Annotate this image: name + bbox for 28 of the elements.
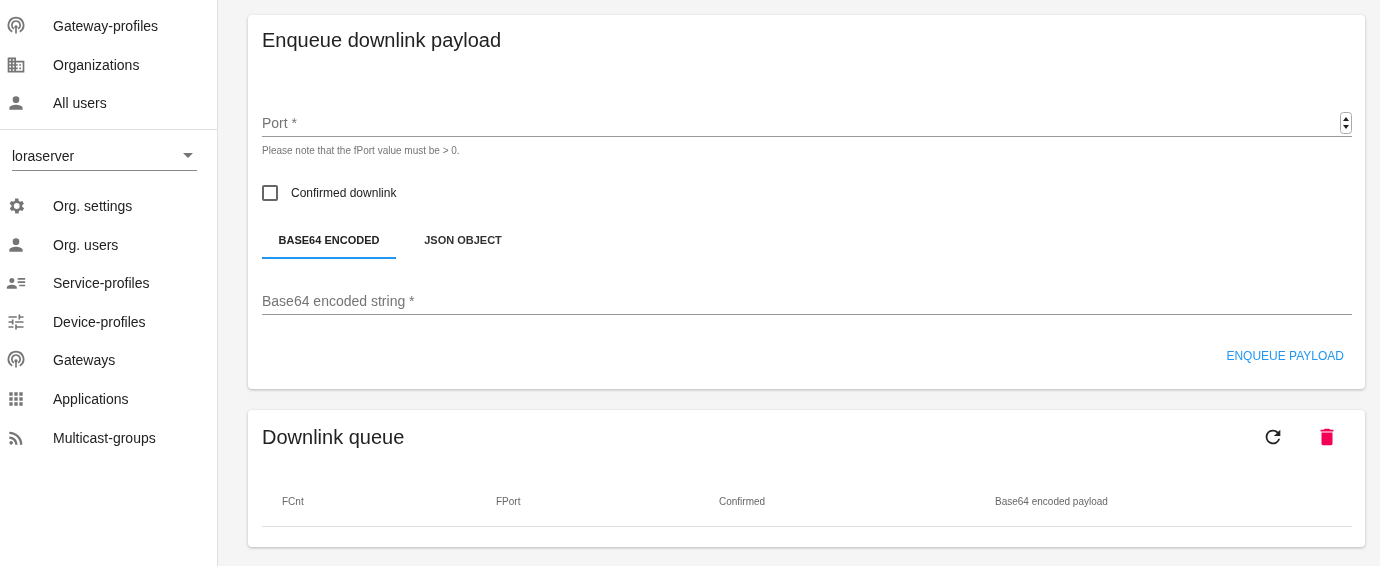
- nav-item[interactable]: Gateways: [0, 341, 217, 380]
- nav-item[interactable]: Organizations: [0, 45, 217, 85]
- checkbox[interactable]: [262, 185, 278, 201]
- tab[interactable]: JSON OBJECT: [396, 223, 530, 259]
- nav-item[interactable]: All users: [0, 84, 217, 123]
- payload-field[interactable]: Base64 encoded string *: [262, 287, 1352, 315]
- nav-item[interactable]: Device-profiles: [0, 302, 217, 342]
- column-header: FCnt: [282, 495, 304, 507]
- checkbox-label: Confirmed downlink: [291, 186, 397, 200]
- nav-item[interactable]: Applications: [0, 379, 217, 419]
- nav-item[interactable]: Org. settings: [0, 186, 217, 226]
- nav-item[interactable]: Org. users: [0, 225, 217, 264]
- column-header: FPort: [496, 495, 521, 507]
- organization-select[interactable]: loraserver: [12, 141, 197, 171]
- helper-text: Please note that the fPort value must be > 0.: [262, 145, 461, 156]
- column-header: Base64 encoded payload: [995, 495, 1108, 507]
- spinner-icon[interactable]: [1340, 109, 1352, 137]
- card-title: Enqueue downlink payload: [262, 29, 503, 52]
- card-title: Downlink queue: [262, 426, 406, 449]
- nav-item[interactable]: Multicast-groups: [0, 418, 217, 457]
- column-header: Confirmed: [719, 495, 766, 507]
- antenna-icon: [6, 350, 26, 371]
- antenna-icon: [6, 16, 26, 37]
- caret-icon: [183, 153, 193, 159]
- nav-item[interactable]: Service-profiles: [0, 263, 217, 303]
- nav-item[interactable]: Gateway-profiles: [0, 7, 217, 46]
- tab[interactable]: BASE64 ENCODED: [262, 223, 396, 259]
- port-field[interactable]: Port *: [262, 109, 1340, 137]
